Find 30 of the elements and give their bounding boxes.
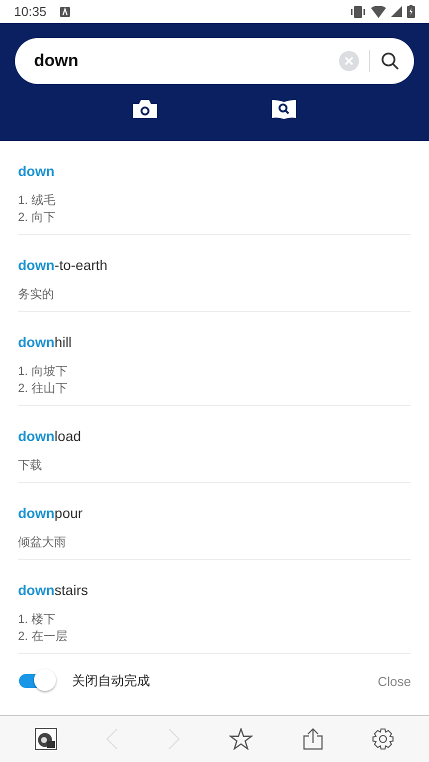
definition: 2. 在一层 <box>18 628 68 645</box>
definition: 1. 楼下 <box>18 611 56 628</box>
headword[interactable]: downstairs <box>18 582 411 598</box>
headword[interactable]: download <box>18 428 411 444</box>
definition: 务实的 <box>18 286 55 303</box>
definition: 倾盆大雨 <box>18 534 67 551</box>
battery-icon <box>407 5 415 18</box>
definition: 2. 向下 <box>18 209 56 226</box>
headword[interactable]: downhill <box>18 334 411 350</box>
search-icon[interactable] <box>380 51 400 71</box>
vibrate-icon <box>350 6 366 18</box>
book-search-icon[interactable] <box>272 100 296 120</box>
share-icon[interactable] <box>302 728 323 750</box>
definition: 2. 往山下 <box>18 380 68 397</box>
wifi-icon <box>371 6 386 18</box>
headword[interactable]: down-to-earth <box>18 257 411 273</box>
app-logo-icon[interactable] <box>34 728 57 750</box>
definition: 下载 <box>18 457 43 474</box>
notification-icon <box>60 6 70 16</box>
headword[interactable]: downpour <box>18 505 411 521</box>
settings-icon[interactable] <box>372 728 394 750</box>
definition: 1. 绒毛 <box>18 192 56 209</box>
close-button[interactable]: Close <box>378 674 411 688</box>
camera-icon[interactable] <box>132 100 157 118</box>
star-icon[interactable] <box>229 728 254 750</box>
autocomplete-label: 关闭自动完成 <box>72 672 150 690</box>
signal-icon <box>391 6 402 17</box>
status-time: 10:35 <box>14 4 47 19</box>
search-field[interactable]: down <box>15 38 414 84</box>
definition: 1. 向坡下 <box>18 363 68 380</box>
